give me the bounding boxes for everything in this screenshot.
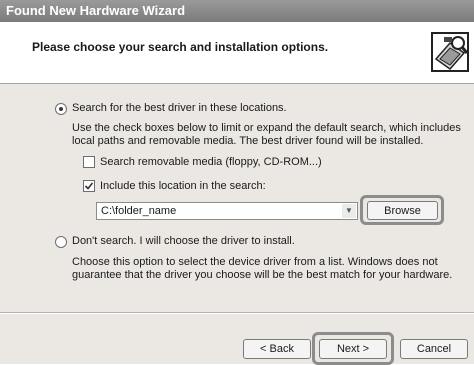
dont-search-option-label[interactable]: Don't search. I will choose the driver t… <box>72 235 295 247</box>
search-option-radio[interactable] <box>55 103 67 115</box>
cancel-button[interactable]: Cancel <box>400 339 468 359</box>
location-value[interactable]: C:\folder_name <box>101 205 176 217</box>
removable-media-checkbox[interactable] <box>83 156 95 168</box>
dont-search-option-radio[interactable] <box>55 236 67 248</box>
search-option-description: Use the check boxes below to limit or ex… <box>72 122 461 147</box>
browse-button[interactable]: Browse <box>367 201 438 220</box>
chevron-down-icon[interactable]: ▼ <box>342 204 356 218</box>
window-title: Found New Hardware Wizard <box>6 3 186 18</box>
search-option-label[interactable]: Search for the best driver in these loca… <box>72 102 287 114</box>
hardware-search-icon <box>431 32 469 72</box>
location-combobox[interactable]: C:\folder_name ▼ <box>96 202 358 220</box>
removable-media-label[interactable]: Search removable media (floppy, CD-ROM..… <box>100 156 322 168</box>
title-bar[interactable]: Found New Hardware Wizard <box>0 0 474 22</box>
next-button[interactable]: Next > <box>319 339 387 359</box>
include-location-checkbox[interactable] <box>83 180 95 192</box>
back-button[interactable]: < Back <box>243 339 311 359</box>
wizard-header: Please choose your search and installati… <box>0 22 474 84</box>
wizard-footer: < Back Next > Cancel <box>0 314 474 365</box>
dont-search-option-description: Choose this option to select the device … <box>72 256 453 281</box>
header-title: Please choose your search and installati… <box>32 40 329 54</box>
wizard-window: Found New Hardware Wizard Please choose … <box>0 0 474 365</box>
include-location-label[interactable]: Include this location in the search: <box>100 180 266 192</box>
checkmark-icon <box>84 182 94 190</box>
